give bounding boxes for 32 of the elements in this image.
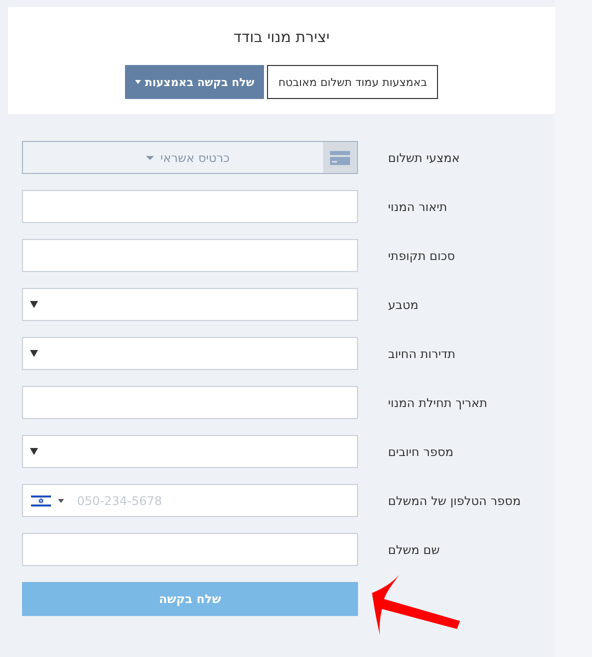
caret-icon [134, 80, 141, 84]
field-label: תאריך תחילת המנוי [388, 396, 488, 410]
secure-page-button[interactable]: באמצעות עמוד תשלום מאובטח [267, 65, 438, 99]
input-field[interactable] [22, 533, 358, 566]
select-field[interactable] [22, 435, 358, 468]
field-label: אמצעי תשלום [388, 150, 461, 164]
field-label: מספר חיובים [388, 444, 454, 458]
payment-select[interactable]: כרטיס אשראי [22, 141, 358, 174]
field-label: תיאור המנוי [388, 200, 448, 214]
credit-card-icon [323, 142, 357, 173]
phone-placeholder: 050-234-5678 [77, 494, 162, 508]
select-value: כרטיס אשראי [160, 150, 230, 164]
input-field[interactable] [22, 190, 358, 223]
select-field[interactable] [22, 288, 358, 321]
field-label: סכום תקופתי [388, 248, 456, 262]
input-field[interactable] [22, 386, 358, 419]
field-label: מספר הטלפון של המשלם [388, 494, 522, 508]
phone-field[interactable]: 050-234-5678 [22, 484, 358, 517]
caret-icon [30, 448, 38, 455]
submit-button[interactable]: שלח בקשה [22, 582, 358, 616]
select-field[interactable] [22, 337, 358, 370]
caret-icon [30, 350, 38, 357]
field-label: מטבע [388, 298, 420, 312]
flag-icon[interactable] [31, 494, 51, 508]
caret-icon [58, 498, 64, 502]
form-title: יצירת מנוי בודד [233, 28, 330, 46]
input-field[interactable] [22, 239, 358, 272]
field-label: תדירות החיוב [388, 346, 456, 360]
field-label: שם משלם [388, 542, 441, 556]
caret-icon [30, 301, 38, 308]
send-request-dropdown[interactable]: שלח בקשה באמצעות [124, 65, 264, 99]
caret-icon [146, 156, 154, 160]
